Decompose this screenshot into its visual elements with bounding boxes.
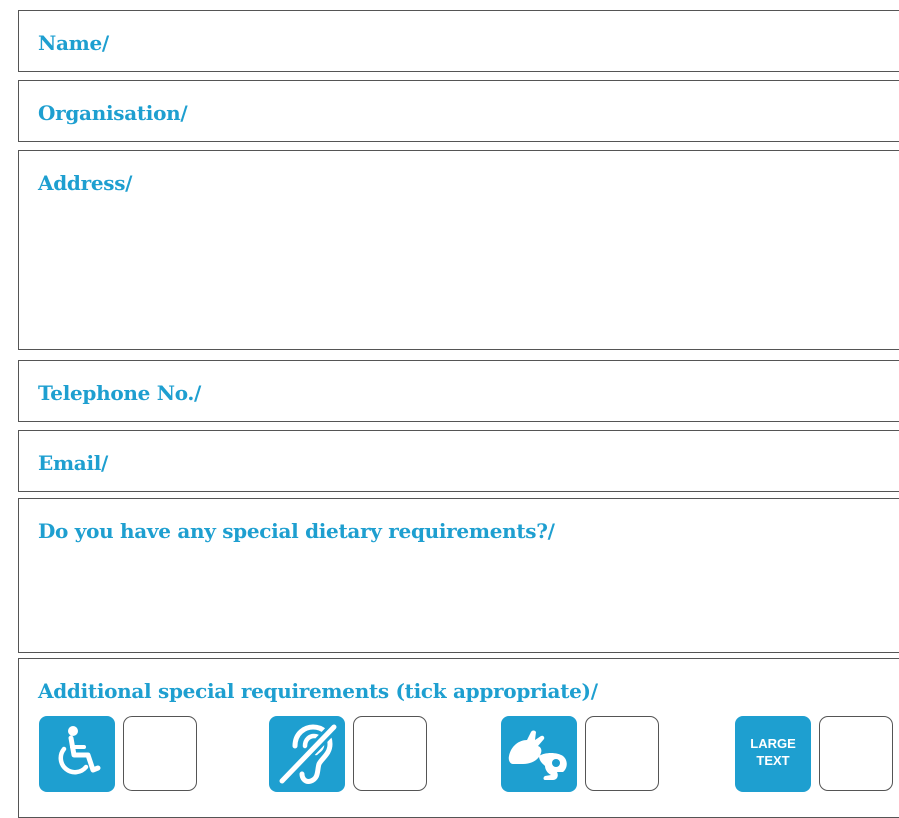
wheelchair-access-icon	[39, 716, 115, 792]
hearing-loop-icon	[269, 716, 345, 792]
address-label: Address/	[38, 171, 133, 195]
special-requirements-label: Additional special requirements (tick ap…	[38, 679, 598, 703]
hearing-loop-checkbox[interactable]	[353, 716, 427, 791]
organisation-label: Organisation/	[38, 101, 188, 125]
telephone-field[interactable]: Telephone No./	[18, 360, 899, 422]
booking-form: Name/ Organisation/ Address/ Telephone N…	[0, 0, 899, 818]
dietary-requirements-field[interactable]: Do you have any special dietary requirem…	[18, 498, 899, 653]
address-field[interactable]: Address/	[18, 150, 899, 350]
special-requirements-section: Additional special requirements (tick ap…	[18, 658, 899, 818]
name-field[interactable]: Name/	[18, 10, 899, 72]
telephone-label: Telephone No./	[38, 381, 202, 405]
email-field[interactable]: Email/	[18, 430, 899, 492]
large-text-line1: LARGE	[750, 736, 796, 751]
sign-language-checkbox[interactable]	[585, 716, 659, 791]
large-text-icon: LARGE TEXT	[735, 716, 811, 792]
organisation-field[interactable]: Organisation/	[18, 80, 899, 142]
sign-language-icon	[501, 716, 577, 792]
dietary-requirements-label: Do you have any special dietary requirem…	[38, 519, 555, 543]
large-text-checkbox[interactable]	[819, 716, 893, 791]
name-label: Name/	[38, 31, 109, 55]
large-text-label: LARGE TEXT	[735, 735, 811, 769]
large-text-line2: TEXT	[756, 753, 790, 768]
wheelchair-access-checkbox[interactable]	[123, 716, 197, 791]
email-label: Email/	[38, 451, 109, 475]
